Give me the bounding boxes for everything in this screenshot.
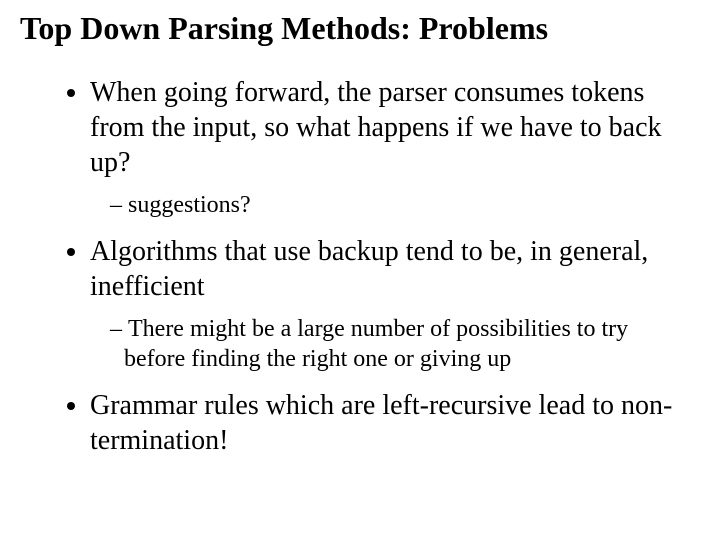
sub-list: suggestions?	[90, 190, 680, 220]
list-item: When going forward, the parser consumes …	[90, 75, 680, 220]
list-item: Algorithms that use backup tend to be, i…	[90, 234, 680, 374]
sub-text: suggestions?	[128, 192, 251, 218]
slide: Top Down Parsing Methods: Problems When …	[0, 0, 720, 476]
bullet-text: Algorithms that use backup tend to be, i…	[90, 236, 648, 302]
sub-text: There might be a large number of possibi…	[124, 316, 628, 372]
sub-item: There might be a large number of possibi…	[110, 314, 680, 374]
content-body: When going forward, the parser consumes …	[20, 75, 700, 458]
bullet-list: When going forward, the parser consumes …	[60, 75, 680, 458]
bullet-text: When going forward, the parser consumes …	[90, 77, 662, 178]
list-item: Grammar rules which are left-recursive l…	[90, 388, 680, 458]
sub-list: There might be a large number of possibi…	[90, 314, 680, 374]
sub-item: suggestions?	[110, 190, 680, 220]
page-title: Top Down Parsing Methods: Problems	[20, 10, 700, 47]
bullet-text: Grammar rules which are left-recursive l…	[90, 390, 672, 456]
